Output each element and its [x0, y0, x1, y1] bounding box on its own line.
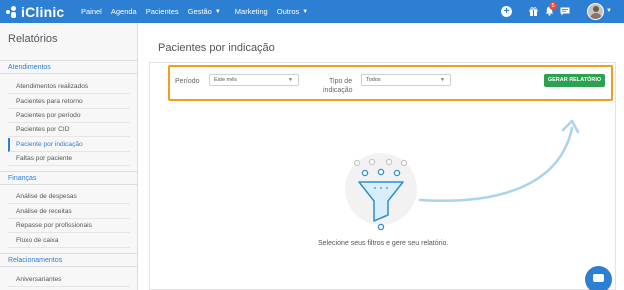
- empty-state-illustration: [345, 119, 580, 231]
- illustration-curve-arrow: [418, 126, 574, 202]
- empty-state-message: Selecione seus filtros e gere seu relató…: [318, 240, 449, 247]
- chat-support-button[interactable]: [585, 266, 612, 290]
- chat-bubble-icon: [593, 274, 604, 282]
